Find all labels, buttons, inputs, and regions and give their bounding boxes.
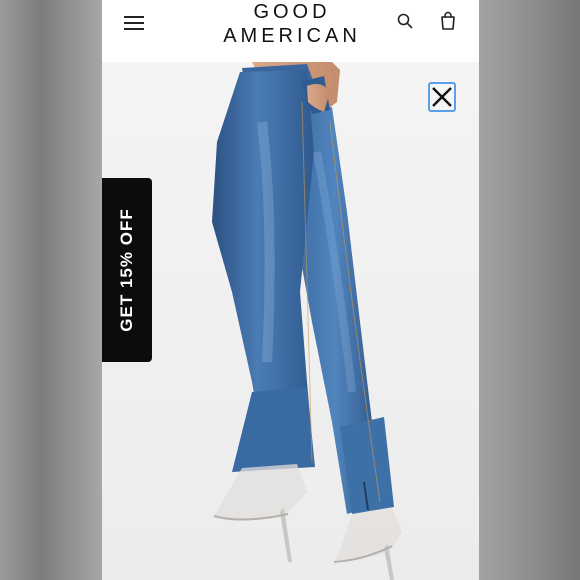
model-jeans-photo	[212, 62, 402, 580]
site-header: GOOD AMERICAN	[102, 0, 479, 62]
close-popup-button[interactable]	[428, 82, 456, 112]
hamburger-menu-icon[interactable]	[124, 14, 146, 30]
get-discount-tab[interactable]: GET 15% OFF	[102, 178, 152, 362]
promo-label: GET 15% OFF	[117, 208, 136, 332]
brand-logo[interactable]: GOOD AMERICAN	[202, 0, 382, 48]
search-icon[interactable]	[396, 12, 414, 30]
left-backdrop	[0, 0, 102, 580]
mobile-page: GOOD AMERICAN GET 15% OFF	[102, 0, 479, 580]
logo-line-1: GOOD	[253, 1, 331, 23]
logo-line-2: AMERICAN	[223, 25, 361, 47]
right-backdrop	[479, 0, 580, 580]
close-icon	[432, 87, 452, 107]
product-hero-image	[102, 62, 479, 580]
shopping-bag-icon[interactable]	[439, 11, 457, 31]
